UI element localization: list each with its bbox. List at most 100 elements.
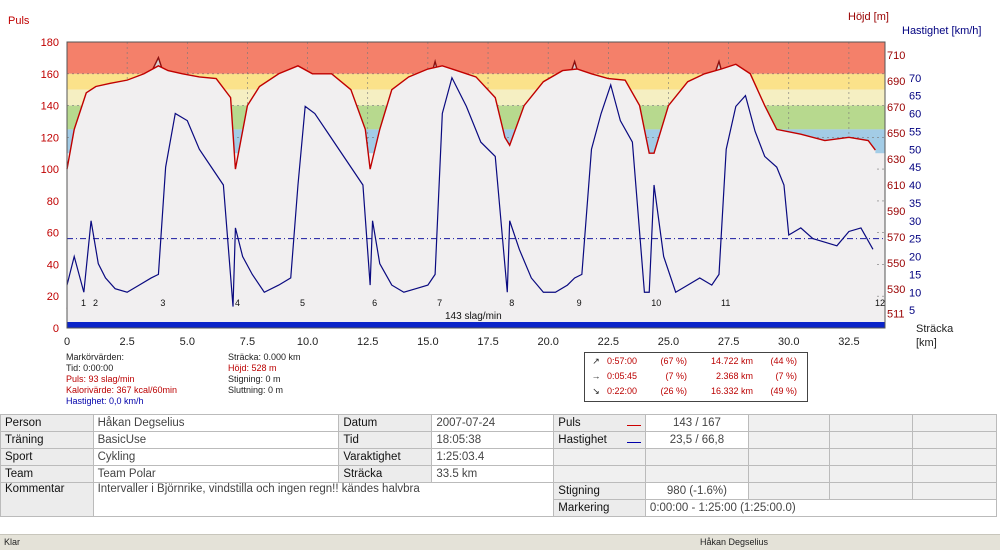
right-arrow-icon: → [591,371,601,381]
lap-label: 7 [437,298,442,308]
sport-value[interactable]: Cykling [92,448,340,466]
speed-tick-label: 50 [909,144,921,156]
gradient-row-down: ↘ 0:22:00 (26 %) 16.332 km (49 %) [585,384,807,399]
lap-label: 11 [721,298,730,308]
y-tick-label: 80 [47,196,59,208]
empty-cell [747,431,831,449]
gradient-time: 0:57:00 [607,356,638,366]
distance-label: Sträcka [338,465,433,483]
height-tick-label: 650 [887,128,905,140]
heart-rate-underfill [67,64,876,328]
comment-value[interactable]: Intervaller i Björnrike, vindstilla och … [92,482,555,517]
marker-speed: Hastighet: 0,0 km/h [66,396,144,406]
up-arrow-icon: ↗ [592,356,600,366]
climb-label: Stigning [553,482,646,500]
training-value[interactable]: BasicUse [92,431,340,449]
marker-pulse: Puls: 93 slag/min [66,374,135,384]
empty-cell [747,448,831,466]
marking-label: Markering [553,499,646,517]
session-info-table: Person Håkan Degselius Datum 2007-07-24 … [0,414,998,517]
lap-label: 2 [93,298,98,308]
lap-label: 4 [235,298,240,308]
distance-value: 33.5 km [431,465,555,483]
empty-cell [829,465,914,483]
x-tick-label: 12.5 [357,336,378,348]
x-tick-label: 30.0 [778,336,799,348]
comment-label: Kommentar [0,482,94,517]
lap-label: 12 [875,298,885,308]
y-tick-label: 120 [41,132,59,144]
height-tick-label: 710 [887,50,905,62]
stat-descent: Sluttning: 0 m [228,385,284,395]
x-tick-label: 7.5 [240,336,255,348]
status-text: Klar [4,537,21,547]
info-row: Team Team Polar Sträcka 33.5 km [0,465,997,483]
speed-legend-line [626,442,641,443]
marker-calories: Kalorivärde: 367 kcal/60min [66,385,178,395]
speed-tick-label: 35 [909,198,921,210]
height-tick-label: 590 [887,206,905,218]
empty-cell [644,448,749,466]
x-tick-label: 0 [64,336,70,348]
empty-cell [553,448,646,466]
lap-label: 1 [81,298,86,308]
y-tick-label: 180 [41,37,59,49]
duration-value: 1:25:03.4 [431,448,555,466]
gradient-dpct: (7 %) [775,371,797,381]
y-tick-label: 20 [47,291,59,303]
hr-range-bar [67,322,885,328]
gradient-dpct: (44 %) [770,356,797,366]
x-tick-label: 32.5 [838,336,859,348]
empty-cell [644,465,749,483]
marker-values: Markörvärden: Tid: 0:00:00 Puls: 93 slag… [66,352,177,407]
lap-label: 8 [509,298,514,308]
hr-zone-band [67,42,885,74]
speed-tick-label: 30 [909,216,921,228]
speed-tick-label: 70 [909,73,921,85]
gradient-dist: 14.722 km [710,356,753,366]
y-tick-label: 100 [41,164,59,176]
x-tick-label: 20.0 [537,336,558,348]
x-axis-label: [km] [916,337,937,349]
stat-height: Höjd: 528 m [228,363,277,373]
empty-cell [912,431,997,449]
y-tick-label: 40 [47,259,59,271]
y-tick-label: 60 [47,228,59,240]
status-bar: Klar Håkan Degselius [0,534,1000,550]
team-label: Team [0,465,94,483]
person-label: Person [0,414,94,432]
height-tick-label: 530 [887,284,905,296]
y-tick-label: 160 [41,69,59,81]
gradient-pct: (7 %) [665,371,687,381]
y-axis-label: Puls [8,15,30,27]
gradient-row-up: ↗ 0:57:00 (67 %) 14.722 km (44 %) [585,354,807,369]
lap-label: 6 [372,298,377,308]
empty-cell [747,465,831,483]
speed-tick-label: 60 [909,109,921,121]
speed-tick-label: 25 [909,234,921,246]
height-tick-label: 670 [887,102,905,114]
empty-cell [747,482,831,500]
height-tick-label: 630 [887,154,905,166]
height-axis-label: Höjd [m] [848,11,889,23]
x-tick-label: 2.5 [119,336,134,348]
speed-tick-label: 15 [909,269,921,281]
stat-distance: Sträcka: 0.000 km [228,352,301,362]
gradient-pct: (26 %) [660,386,687,396]
empty-cell [553,465,646,483]
pulse-value: 143 / 167 [644,414,749,432]
gradient-time: 0:05:45 [607,371,638,381]
person-value[interactable]: Håkan Degselius [92,414,340,432]
height-tick-label: 570 [887,232,905,244]
x-axis-label: Sträcka [916,323,954,335]
status-user: Håkan Degselius [700,537,769,547]
pulse-legend-line [626,425,641,426]
speed-tick-label: 65 [909,91,921,103]
time-value: 18:05:38 [431,431,555,449]
empty-cell [829,414,914,432]
chart[interactable]: 1 2 3 4 5 6 7 8 9 10 11 12 143 slag/min020406080100… [0,0,1000,410]
gradient-summary: ↗ 0:57:00 (67 %) 14.722 km (44 %) → 0:05… [584,352,808,402]
team-value[interactable]: Team Polar [92,465,340,483]
lap-label: 9 [577,298,582,308]
gradient-dpct: (49 %) [770,386,797,396]
